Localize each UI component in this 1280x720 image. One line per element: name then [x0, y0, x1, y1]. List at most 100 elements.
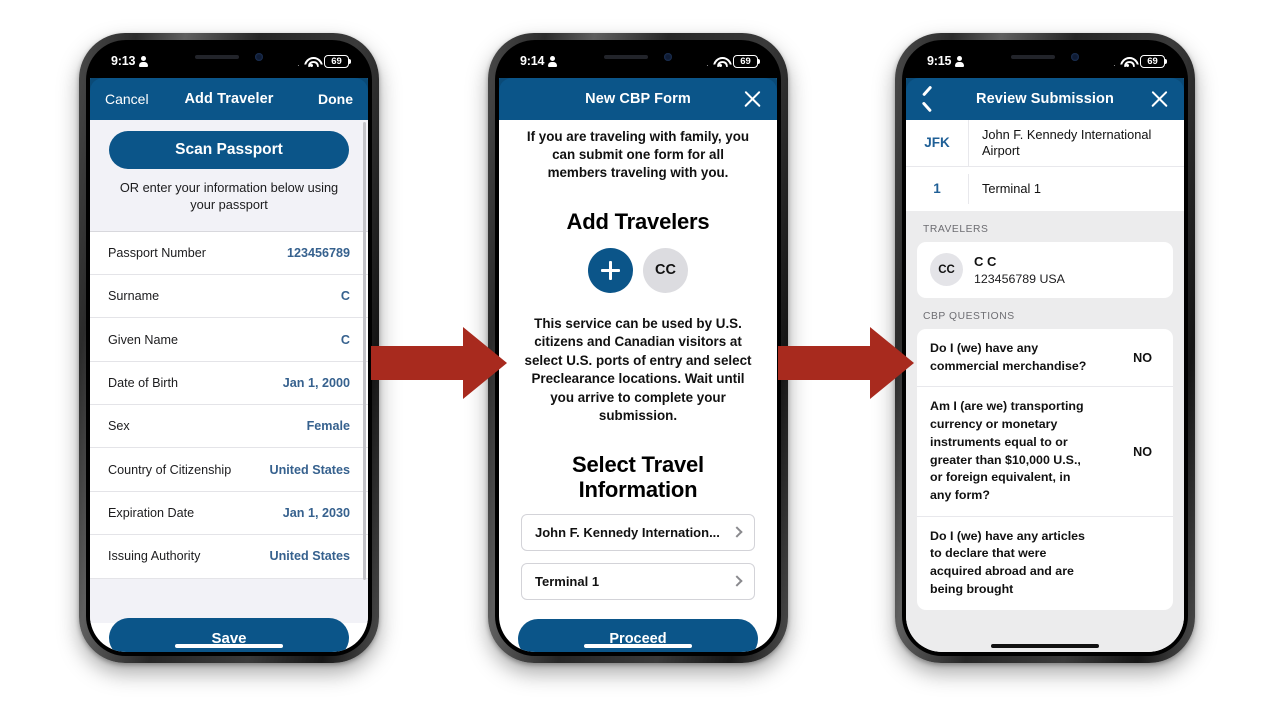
field-label: Sex [108, 419, 130, 434]
close-icon[interactable] [743, 90, 762, 109]
field-label: Passport Number [108, 245, 206, 260]
question-answer: NO [1133, 350, 1152, 365]
status-bar-left: 9:14 [520, 54, 558, 68]
battery-icon: 69 [733, 54, 761, 68]
done-button[interactable]: Done [318, 91, 353, 107]
airport-select-value: John F. Kennedy Internation... [535, 524, 720, 540]
notch [154, 44, 304, 70]
airport-select-row[interactable]: John F. Kennedy Internation... [521, 513, 755, 551]
app-container-1: Cancel Add Traveler Done Scan Passport O… [90, 78, 368, 652]
scan-passport-button[interactable]: Scan Passport [109, 131, 349, 169]
wifi-icon [1120, 56, 1135, 67]
table-row[interactable]: Sex Female [90, 405, 368, 449]
scan-section: Scan Passport OR enter your information … [90, 120, 368, 231]
question-text: Am I (are we) transporting currency or m… [930, 399, 1084, 502]
table-row[interactable]: Surname C [90, 275, 368, 319]
travelers-section-label: TRAVELERS [923, 223, 989, 235]
passport-fields-list: Passport Number 123456789 Surname C Give… [90, 230, 368, 579]
scan-helper-text: OR enter your information below using yo… [119, 180, 339, 213]
table-row[interactable]: Passport Number 123456789 [90, 232, 368, 275]
scrollbar[interactable] [363, 122, 366, 580]
navbar-wrapper: New CBP Form [499, 78, 777, 120]
status-bar-left: 9:13 [111, 54, 149, 68]
screen-content-2: If you are traveling with family, you ca… [499, 120, 777, 652]
terminal-row[interactable]: 1 Terminal 1 [906, 165, 1184, 211]
battery-icon: 69 [324, 54, 352, 68]
wifi-icon [713, 56, 728, 67]
cbp-form-body: If you are traveling with family, you ca… [499, 120, 777, 600]
phone-screen-3: 9:15 69 Review Submission JFK John F. Ke… [906, 44, 1184, 652]
avatar[interactable]: CC [643, 247, 688, 293]
phone-screen-2: 9:14 69 New CBP Form If you are travelin… [499, 44, 777, 652]
earpiece-speaker-icon [1011, 55, 1055, 59]
terminal-name: Terminal 1 [968, 173, 1184, 204]
question-text: Do I (we) have any commercial merchandis… [930, 340, 1087, 373]
table-row[interactable]: Country of Citizenship United States [90, 448, 368, 492]
phone-inner-frame: 9:13 69 Cancel Add Traveler Done Scan Pa… [86, 40, 372, 656]
close-icon[interactable] [1150, 90, 1169, 109]
table-row[interactable]: Expiration Date Jan 1, 2030 [90, 492, 368, 536]
chevron-right-icon [731, 575, 743, 587]
front-camera-icon [255, 53, 263, 61]
slide-canvas: 9:13 69 Cancel Add Traveler Done Scan Pa… [0, 0, 1280, 720]
question-text: Do I (we) have any articles to declare t… [930, 528, 1085, 596]
service-description: This service can be used by U.S. citizen… [524, 315, 752, 424]
status-time: 9:13 [111, 54, 136, 68]
question-row[interactable]: Am I (are we) transporting currency or m… [917, 386, 1173, 515]
field-label: Date of Birth [108, 375, 178, 390]
field-label: Surname [108, 289, 160, 304]
home-indicator [175, 644, 283, 648]
person-icon [139, 55, 149, 67]
intro-text: If you are traveling with family, you ca… [526, 129, 750, 181]
airport-code: JFK [924, 135, 950, 151]
status-time: 9:14 [520, 54, 545, 68]
traveler-info: C C 123456789 USA [974, 253, 1065, 287]
phone-mockup-add-traveler: 9:13 69 Cancel Add Traveler Done Scan Pa… [79, 33, 379, 663]
chevron-right-icon [731, 526, 743, 538]
traveler-avatars: CC [521, 247, 755, 293]
table-row[interactable]: Date of Birth Jan 1, 2000 [90, 362, 368, 406]
add-travelers-heading: Add Travelers [566, 208, 710, 234]
app-container-2: New CBP Form If you are traveling with f… [499, 78, 777, 652]
page-title: New CBP Form [585, 91, 691, 107]
phone-inner-frame: 9:14 69 New CBP Form If you are travelin… [495, 40, 781, 656]
field-value: Jan 1, 2030 [282, 506, 350, 521]
add-traveler-button[interactable] [588, 247, 633, 293]
question-row[interactable]: Do I (we) have any articles to declare t… [917, 515, 1173, 610]
review-body: JFK John F. Kennedy International Airpor… [906, 120, 1184, 652]
list-item: CC C C 123456789 USA [917, 242, 1173, 298]
question-row[interactable]: Do I (we) have any commercial merchandis… [917, 329, 1173, 386]
phone-inner-frame: 9:15 69 Review Submission JFK John F. Ke… [902, 40, 1188, 656]
navbar-review-submission: Review Submission [906, 78, 1184, 120]
terminal-number: 1 [933, 181, 941, 197]
field-label: Given Name [108, 332, 178, 347]
cancel-button[interactable]: Cancel [105, 91, 149, 107]
traveler-card[interactable]: CC C C 123456789 USA [917, 241, 1173, 298]
field-value: Female [306, 419, 350, 434]
field-value: 123456789 [286, 245, 350, 260]
earpiece-speaker-icon [604, 55, 648, 59]
phone-mockup-new-cbp-form: 9:14 69 New CBP Form If you are travelin… [488, 33, 788, 663]
front-camera-icon [1071, 53, 1079, 61]
table-row[interactable]: Issuing Authority United States [90, 535, 368, 579]
navbar-new-cbp-form: New CBP Form [499, 78, 777, 120]
terminal-select-row[interactable]: Terminal 1 [521, 562, 755, 600]
airport-row[interactable]: JFK John F. Kennedy International Airpor… [906, 120, 1184, 166]
back-icon[interactable] [921, 90, 935, 109]
phone-screen-1: 9:13 69 Cancel Add Traveler Done Scan Pa… [90, 44, 368, 652]
traveler-name: C C [974, 253, 997, 269]
field-label: Issuing Authority [108, 549, 201, 564]
field-value: C [340, 332, 350, 347]
table-row[interactable]: Given Name C [90, 318, 368, 362]
phone-mockup-review-submission: 9:15 69 Review Submission JFK John F. Ke… [895, 33, 1195, 663]
person-icon [955, 55, 965, 67]
field-label: Country of Citizenship [108, 462, 232, 477]
home-indicator [991, 644, 1099, 648]
screen-content-1: Scan Passport OR enter your information … [90, 120, 368, 652]
home-indicator [584, 644, 692, 648]
flow-arrow-2 [778, 327, 914, 399]
status-bar-left: 9:15 [927, 54, 965, 68]
footer-spacer [90, 578, 368, 623]
avatar: CC [930, 253, 963, 287]
terminal-select-value: Terminal 1 [535, 573, 600, 589]
